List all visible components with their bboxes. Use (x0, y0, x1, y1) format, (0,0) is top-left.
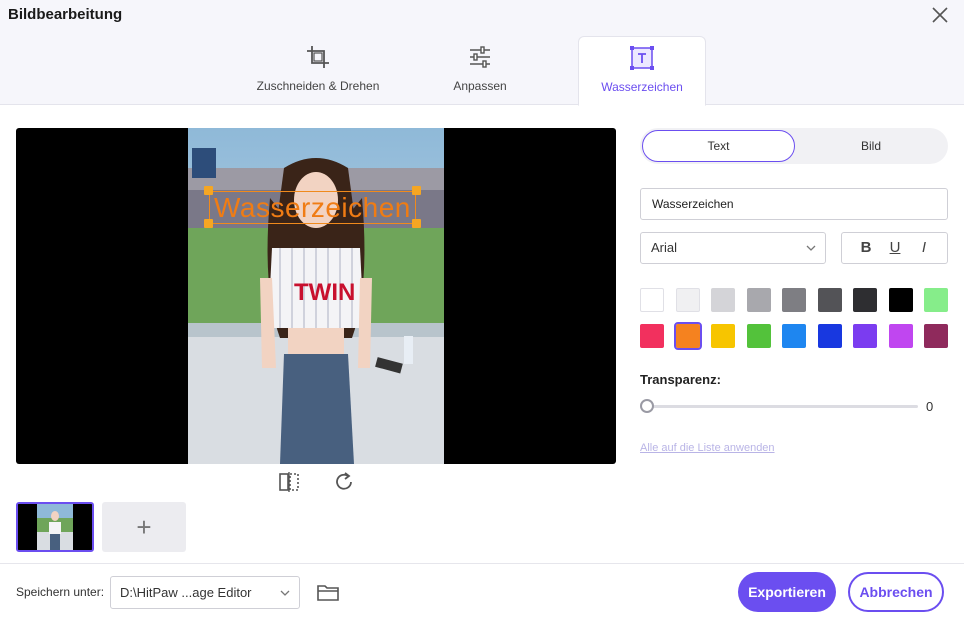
bold-button[interactable]: B (856, 238, 876, 258)
tab-strip: Zuschneiden & Drehen Anpassen Wasserzeic… (0, 30, 964, 106)
image-preview[interactable]: TWIN Wasserzeichen (16, 128, 616, 464)
tab-watermark[interactable]: Wasserzeichen (578, 36, 706, 106)
transparency-slider-thumb[interactable] (640, 399, 654, 413)
resize-handle-top-left[interactable] (204, 186, 213, 195)
color-swatch[interactable] (711, 324, 735, 348)
folder-icon[interactable] (316, 580, 340, 604)
rotate-icon[interactable] (332, 470, 356, 494)
tab-crop-label: Zuschneiden & Drehen (256, 79, 380, 93)
transparency-slider[interactable] (646, 405, 918, 408)
tab-crop-rotate[interactable]: Zuschneiden & Drehen (240, 36, 396, 105)
color-swatch[interactable] (711, 288, 735, 312)
cancel-button[interactable]: Abbrechen (848, 572, 944, 612)
thumbnail-item[interactable] (16, 502, 94, 552)
resize-handle-top-right[interactable] (412, 186, 421, 195)
color-swatch[interactable] (888, 324, 913, 348)
add-icon: + (136, 512, 152, 542)
toggle-image[interactable]: Bild (796, 130, 946, 162)
add-image-button[interactable]: + (102, 502, 186, 552)
resize-handle-bottom-left[interactable] (204, 219, 213, 228)
transparency-label: Transparenz: (640, 372, 721, 387)
text-style-group: B U I (841, 232, 948, 264)
tab-watermark-label: Wasserzeichen (601, 80, 683, 94)
color-swatch[interactable] (746, 288, 771, 312)
window-title: Bildbearbeitung (8, 6, 123, 23)
color-swatch[interactable] (746, 324, 771, 348)
color-swatch[interactable] (924, 324, 948, 348)
resize-handle-bottom-right[interactable] (412, 219, 421, 228)
color-swatch[interactable] (817, 288, 842, 312)
italic-button[interactable]: I (914, 238, 934, 258)
export-button[interactable]: Exportieren (738, 572, 836, 612)
color-swatch[interactable] (853, 324, 877, 348)
font-select[interactable]: Arial (640, 232, 826, 264)
color-swatch[interactable] (888, 288, 913, 312)
save-location-label: Speichern unter: (16, 585, 105, 599)
color-swatch[interactable] (675, 288, 700, 312)
sliders-icon (470, 46, 490, 68)
chevron-down-icon (806, 245, 816, 251)
color-swatch[interactable] (924, 288, 948, 312)
color-swatch[interactable] (782, 324, 806, 348)
underline-button[interactable]: U (885, 238, 905, 258)
apply-to-all-link[interactable]: Alle auf die Liste anwenden (640, 442, 775, 454)
tab-adjust-label: Anpassen (453, 79, 507, 93)
save-path-value: D:\HitPaw ...age Editor (120, 585, 252, 600)
photo: TWIN (188, 128, 444, 464)
color-swatch[interactable] (817, 324, 842, 348)
close-icon[interactable] (928, 3, 952, 27)
toggle-text[interactable]: Text (642, 130, 795, 162)
save-path-select[interactable]: D:\HitPaw ...age Editor (110, 576, 300, 609)
color-swatch[interactable] (853, 288, 877, 312)
color-swatch[interactable] (673, 322, 702, 350)
mirror-icon[interactable] (277, 470, 301, 494)
crop-icon (307, 46, 329, 68)
color-swatch[interactable] (640, 324, 664, 348)
title-bar: Bildbearbeitung (0, 0, 964, 30)
transparency-value: 0 (926, 399, 934, 414)
color-swatch[interactable] (782, 288, 806, 312)
watermark-text-input[interactable] (640, 188, 948, 220)
tab-adjust[interactable]: Anpassen (420, 36, 540, 105)
watermark-text[interactable]: Wasserzeichen (214, 191, 411, 224)
watermark-icon (630, 46, 654, 70)
watermark-type-toggle: Text Bild (640, 128, 948, 164)
image-editor-window: Bildbearbeitung Zuschneiden & Drehen Anp… (0, 0, 964, 618)
font-select-value: Arial (651, 240, 678, 255)
thumbnail-image (18, 504, 92, 550)
color-swatch[interactable] (640, 288, 664, 312)
svg-text:TWIN: TWIN (294, 279, 355, 306)
chevron-down-icon (280, 590, 290, 596)
